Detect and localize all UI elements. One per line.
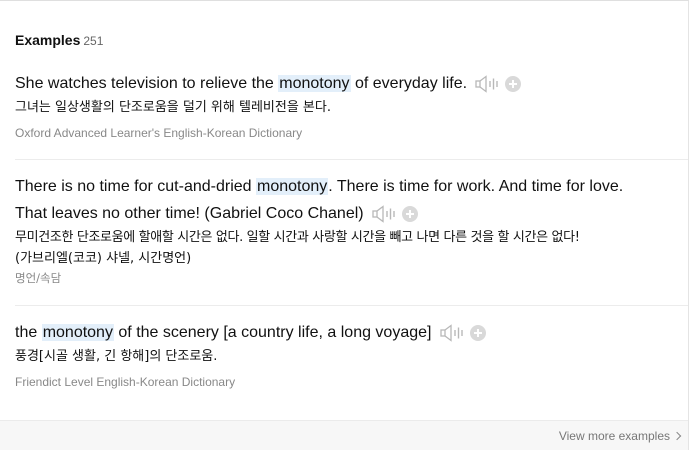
example-item: She watches television to relieve the mo…: [15, 70, 688, 142]
sentence-text: That leaves no other time! (Gabriel Coco…: [15, 205, 364, 222]
plus-circle-icon[interactable]: [469, 325, 486, 342]
examples-title: Examples: [15, 32, 81, 48]
example-sentence: There is no time for cut-and-dried monot…: [15, 173, 688, 200]
example-translation: 풍경[시골 생활, 긴 항해]의 단조로움.: [15, 349, 218, 365]
examples-panel: Examples 251 She watches television to re…: [0, 0, 689, 450]
example-sentence: She watches television to relieve the mo…: [15, 70, 688, 97]
example-translation: 그녀는 일상생활의 단조로움을 덜기 위해 텔레비전을 본다.: [15, 100, 331, 116]
example-source: Friendict Level English-Korean Dictionar…: [15, 375, 236, 390]
example-translation: 무미건조한 단조로움에 할애할 시간은 없다. 일할 시간과 사랑할 시간을 빼…: [15, 230, 580, 246]
sentence-text: of everyday life.: [350, 75, 468, 92]
examples-count: 251: [83, 34, 104, 48]
speaker-icon[interactable]: [475, 75, 501, 93]
plus-circle-icon[interactable]: [402, 206, 419, 223]
example-sentence-continued: That leaves no other time! (Gabriel Coco…: [15, 200, 688, 227]
example-source: Oxford Advanced Learner's English-Korean…: [15, 126, 303, 141]
sentence-text: the: [15, 324, 42, 341]
example-source: 명언/속담: [15, 271, 62, 286]
plus-circle-icon[interactable]: [505, 76, 522, 93]
example-item: the monotony of the scenery [a country l…: [15, 319, 688, 391]
example-item: There is no time for cut-and-dried monot…: [15, 173, 688, 287]
view-more-examples-link[interactable]: View more examples: [558, 429, 682, 443]
keyword-highlight[interactable]: monotony: [256, 178, 329, 195]
sentence-text: There is no time for cut-and-dried: [15, 178, 256, 195]
speaker-icon[interactable]: [372, 205, 398, 223]
sentence-text: of the scenery [a country life, a long v…: [113, 324, 432, 341]
divider: [15, 305, 688, 306]
divider: [15, 159, 688, 160]
keyword-highlight[interactable]: monotony: [41, 324, 114, 341]
examples-footer: View more examples: [0, 420, 688, 450]
examples-header: Examples 251: [15, 32, 103, 49]
example-translation-continued: (가브리엘(코코) 샤넬, 시간명언): [15, 251, 192, 267]
speaker-icon[interactable]: [440, 324, 466, 342]
keyword-highlight[interactable]: monotony: [278, 75, 351, 92]
chevron-right-icon: [672, 431, 682, 441]
sentence-text: . There is time for work. And time for l…: [328, 178, 624, 195]
example-sentence: the monotony of the scenery [a country l…: [15, 319, 688, 346]
view-more-label: View more examples: [558, 429, 670, 443]
sentence-text: She watches television to relieve the: [15, 75, 279, 92]
